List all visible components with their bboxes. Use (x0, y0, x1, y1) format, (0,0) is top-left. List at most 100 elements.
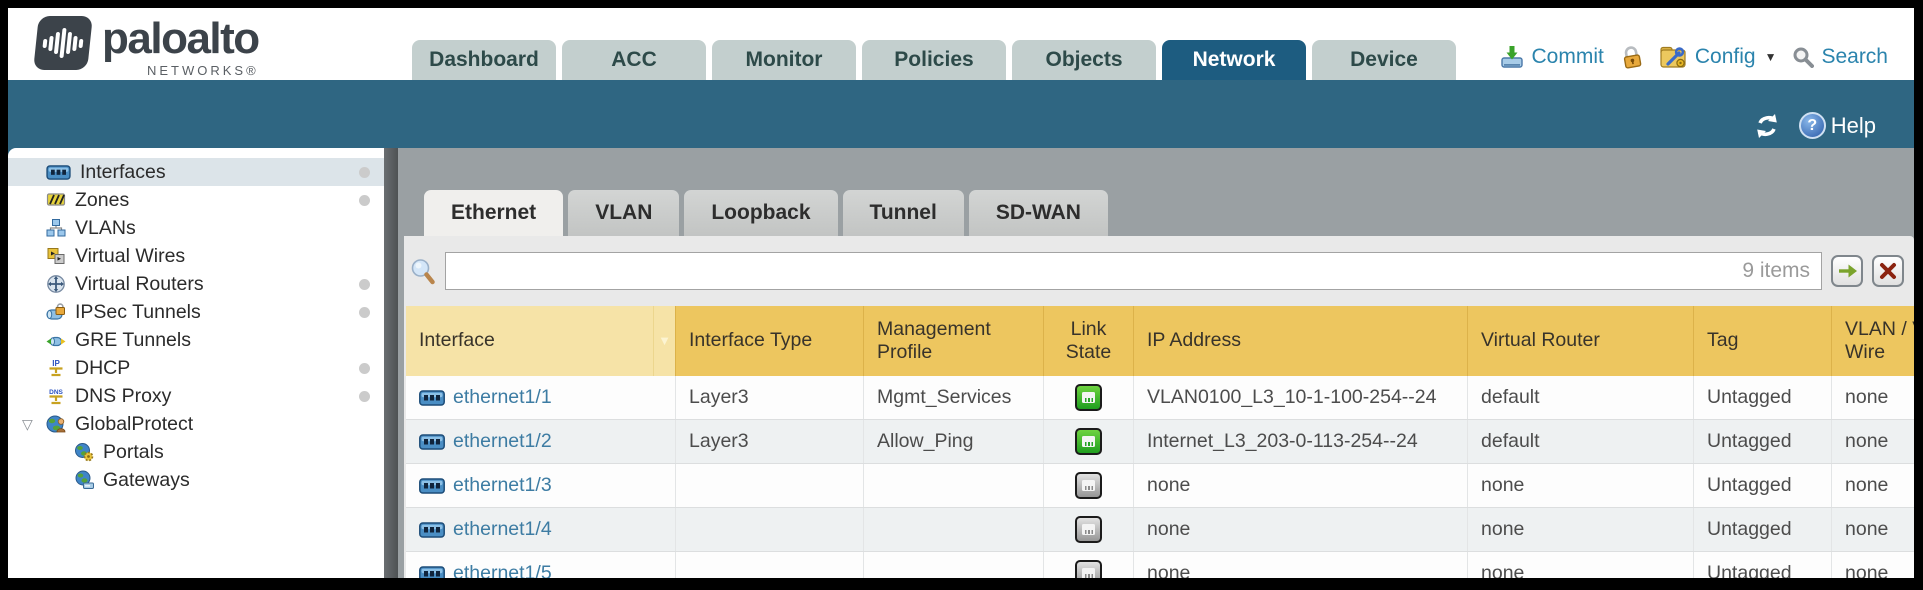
sidebar: Interfaces Zones VLANs (8, 148, 384, 578)
subtab-tunnel[interactable]: Tunnel (843, 190, 964, 236)
cell-ip-address: Internet_L3_203-0-113-254--24 (1134, 420, 1468, 463)
apply-filter-button[interactable] (1831, 255, 1863, 287)
sidebar-item-zones[interactable]: Zones (8, 186, 384, 214)
sidebar-item-ipsec-tunnels[interactable]: IPSec Tunnels (8, 298, 384, 326)
link-state-icon (1075, 428, 1102, 455)
sidebar-item-interfaces[interactable]: Interfaces (8, 158, 384, 186)
sidebar-item-vlans[interactable]: VLANs (8, 214, 384, 242)
sidebar-item-dhcp[interactable]: IP DHCP (8, 354, 384, 382)
gateways-icon (74, 470, 94, 490)
cell-tag: Untagged (1694, 376, 1832, 419)
main-panel: Ethernet VLAN Loopback Tunnel SD-WAN 9 (398, 148, 1914, 578)
config-menu[interactable]: Config ▼ (1660, 44, 1777, 70)
filter-input-box: 9 items (445, 252, 1822, 290)
interface-link[interactable]: ethernet1/4 (419, 518, 552, 541)
ethernet-port-icon (419, 390, 445, 406)
table-row: ethernet1/2 Layer3 Allow_Ping Internet_L… (406, 420, 1914, 464)
cell-ip-address: none (1134, 552, 1468, 578)
tab-objects[interactable]: Objects (1012, 40, 1156, 80)
tab-acc[interactable]: ACC (562, 40, 706, 80)
sidebar-item-dns-proxy[interactable]: DNS DNS Proxy (8, 382, 384, 410)
tab-device[interactable]: Device (1312, 40, 1456, 80)
column-header-interface[interactable]: Interface (406, 306, 654, 376)
column-header-management-profile[interactable]: Management Profile (864, 306, 1044, 376)
svg-text:DNS: DNS (49, 389, 63, 396)
brand-name: paloalto (102, 16, 259, 62)
utility-links: Commit (1499, 44, 1888, 70)
cell-link-state (1044, 376, 1134, 419)
subtab-sdwan[interactable]: SD-WAN (969, 190, 1108, 236)
filter-bar: 9 items (404, 236, 1914, 306)
paloalto-logo-icon (33, 16, 93, 70)
cell-tag: Untagged (1694, 508, 1832, 551)
interface-link[interactable]: ethernet1/5 (419, 562, 552, 578)
cell-interface-type: Layer3 (676, 376, 864, 419)
ethernet-port-icon (419, 522, 445, 538)
top-bar: paloalto NETWORKS® Dashboard ACC Monitor… (8, 8, 1914, 80)
interface-link[interactable]: ethernet1/3 (419, 474, 552, 497)
sidebar-resize-handle[interactable] (384, 148, 398, 578)
table-row: ethernet1/4 none none Untagged none (406, 508, 1914, 552)
ipsec-tunnels-icon (46, 302, 66, 322)
interface-link[interactable]: ethernet1/1 (419, 386, 552, 409)
status-dot (359, 195, 370, 206)
search-icon (1792, 46, 1814, 68)
cell-tag: Untagged (1694, 552, 1832, 578)
filter-input[interactable] (457, 260, 1732, 282)
link-state-icon (1075, 384, 1102, 411)
tab-policies[interactable]: Policies (862, 40, 1006, 80)
status-dot (359, 363, 370, 374)
commit-button[interactable]: Commit (1499, 44, 1604, 70)
link-state-icon (1075, 560, 1102, 578)
dhcp-icon: IP (46, 358, 66, 378)
sidebar-item-virtual-routers[interactable]: Virtual Routers (8, 270, 384, 298)
search-label: Search (1821, 45, 1888, 69)
sidebar-item-portals[interactable]: Portals (8, 438, 384, 466)
pan-os-window: paloalto NETWORKS® Dashboard ACC Monitor… (0, 0, 1923, 590)
tab-network[interactable]: Network (1162, 40, 1306, 80)
column-header-link-state[interactable]: Link State (1044, 306, 1134, 376)
sidebar-item-gateways[interactable]: Gateways (8, 466, 384, 494)
interface-link[interactable]: ethernet1/2 (419, 430, 552, 453)
help-button[interactable]: ? Help (1799, 112, 1876, 139)
sidebar-item-gre-tunnels[interactable]: GRE Tunnels (8, 326, 384, 354)
column-header-virtual-router[interactable]: Virtual Router (1468, 306, 1694, 376)
column-header-interface-type[interactable]: Interface Type (676, 306, 864, 376)
cell-ip-address: none (1134, 508, 1468, 551)
column-sort-dropdown[interactable]: ▼ (654, 306, 676, 376)
cell-vlan: none (1832, 552, 1914, 578)
ethernet-port-icon (419, 434, 445, 450)
cell-tag: Untagged (1694, 420, 1832, 463)
link-state-icon (1075, 472, 1102, 499)
cell-mgmt-profile: Allow_Ping (864, 420, 1044, 463)
interfaces-icon (46, 165, 71, 180)
sub-header-band: ? Help (8, 80, 1914, 148)
sidebar-item-virtual-wires[interactable]: Virtual Wires (8, 242, 384, 270)
column-header-vlan-virtual-wire[interactable]: VLAN / Virtual Wire (1832, 306, 1914, 376)
red-x-icon (1877, 260, 1899, 282)
cell-mgmt-profile (864, 464, 1044, 507)
column-header-ip-address[interactable]: IP Address (1134, 306, 1468, 376)
refresh-icon[interactable] (1751, 113, 1783, 139)
subtab-ethernet[interactable]: Ethernet (424, 190, 563, 236)
search-link[interactable]: Search (1792, 45, 1888, 69)
gre-tunnels-icon (46, 330, 66, 350)
lock-button[interactable] (1620, 44, 1644, 70)
cell-mgmt-profile: Mgmt_Services (864, 376, 1044, 419)
column-header-tag[interactable]: Tag (1694, 306, 1832, 376)
clear-filter-button[interactable] (1872, 255, 1904, 287)
subtab-vlan[interactable]: VLAN (568, 190, 679, 236)
portals-icon (74, 442, 94, 462)
cell-ip-address: none (1134, 464, 1468, 507)
chevron-down-icon: ▼ (1765, 50, 1777, 64)
items-count: 9 items (1742, 259, 1810, 283)
cell-virtual-router: default (1468, 420, 1694, 463)
tab-monitor[interactable]: Monitor (712, 40, 856, 80)
subtab-loopback[interactable]: Loopback (684, 190, 837, 236)
sidebar-item-globalprotect[interactable]: ▽ GlobalProtect (8, 410, 384, 438)
tab-dashboard[interactable]: Dashboard (412, 40, 556, 80)
svg-text:IP: IP (52, 359, 60, 368)
status-dot (359, 167, 370, 178)
config-icon (1660, 44, 1688, 70)
expand-triangle-icon[interactable]: ▽ (22, 416, 33, 433)
